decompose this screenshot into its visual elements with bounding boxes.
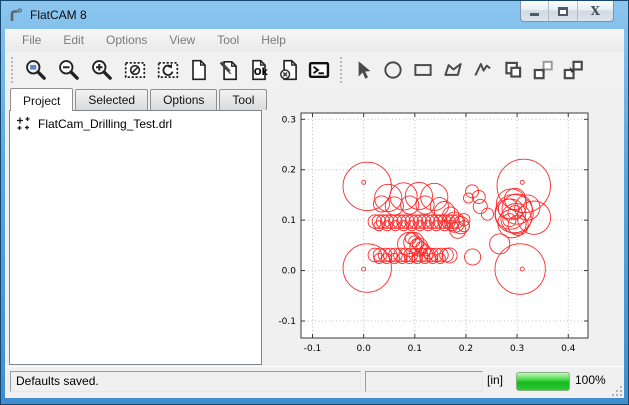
draw-path-button[interactable] <box>468 54 498 86</box>
move-objects-icon <box>561 58 585 82</box>
draw-circle-button[interactable] <box>378 54 408 86</box>
shell-button[interactable] <box>304 54 334 86</box>
window-content: File Edit Options View Tool Help <box>5 29 624 398</box>
shell-icon <box>307 58 331 82</box>
close-button[interactable]: X <box>578 1 613 21</box>
units-label: [in] <box>487 373 503 387</box>
tree-item[interactable]: FlatCam_Drilling_Test.drl <box>10 111 261 131</box>
zoom-out-button[interactable] <box>52 54 85 86</box>
maximize-icon <box>558 7 568 16</box>
draw-rectangle-icon <box>411 58 435 82</box>
toolbar: Ok <box>5 51 624 89</box>
svg-text:Ok: Ok <box>254 67 269 78</box>
new-file-icon <box>187 58 211 82</box>
svg-text:-0.1: -0.1 <box>304 344 322 354</box>
cancel-file-button[interactable] <box>274 54 304 86</box>
zoom-fit-icon <box>24 58 48 82</box>
progress-percent: 100% <box>575 373 606 387</box>
menu-item-file[interactable]: File <box>11 30 52 50</box>
draw-polygon-icon <box>441 58 465 82</box>
tab-options[interactable]: Options <box>150 89 217 110</box>
svg-text:0.0: 0.0 <box>282 267 297 277</box>
app-window: FlatCAM 8 X File Edit Options View Tool … <box>0 0 629 405</box>
svg-text:0.1: 0.1 <box>408 344 422 354</box>
edit-file-button[interactable] <box>214 54 244 86</box>
copy-objects-icon <box>501 58 525 82</box>
svg-text:0.4: 0.4 <box>561 344 576 354</box>
minimize-button[interactable] <box>521 1 549 21</box>
svg-text:0.3: 0.3 <box>282 115 296 125</box>
flatcam-logo-icon <box>7 7 24 24</box>
toolbar-grip[interactable] <box>11 57 14 83</box>
status-message: Defaults saved. <box>16 374 99 388</box>
pointer-icon <box>351 58 375 82</box>
copy-geometry-button[interactable] <box>528 54 558 86</box>
drill-object-icon <box>16 116 31 131</box>
draw-polygon-button[interactable] <box>438 54 468 86</box>
replot-icon <box>156 58 180 82</box>
maximize-button[interactable] <box>549 1 577 21</box>
menu-item-tool[interactable]: Tool <box>206 30 250 50</box>
close-icon: X <box>591 4 600 18</box>
tab-tool[interactable]: Tool <box>219 89 267 110</box>
tree-item-label: FlatCam_Drilling_Test.drl <box>38 117 172 131</box>
zoom-in-icon <box>90 58 114 82</box>
replot-button[interactable] <box>151 54 184 86</box>
new-file-button[interactable] <box>184 54 214 86</box>
draw-path-icon <box>471 58 495 82</box>
tab-selected[interactable]: Selected <box>75 89 148 110</box>
pointer-button[interactable] <box>348 54 378 86</box>
tab-project[interactable]: Project <box>10 88 73 111</box>
clear-plot-button[interactable] <box>118 54 151 86</box>
window-controls: X <box>520 1 614 22</box>
svg-text:0.3: 0.3 <box>510 344 524 354</box>
menubar: File Edit Options View Tool Help <box>5 29 624 51</box>
progress-bar <box>516 372 570 391</box>
status-message-box: Defaults saved. <box>10 371 361 392</box>
svg-text:0.1: 0.1 <box>282 216 296 226</box>
save-ok-button[interactable]: Ok <box>244 54 274 86</box>
menu-item-view[interactable]: View <box>158 30 206 50</box>
zoom-fit-button[interactable] <box>19 54 52 86</box>
window-title: FlatCAM 8 <box>30 8 87 22</box>
plot-canvas[interactable]: -0.1 0.0 0.1 0.2 0.3 0.4 -0.1 0.0 0.1 0.2 0.3 <box>269 95 623 375</box>
menu-item-options[interactable]: Options <box>95 30 158 50</box>
resize-grip[interactable] <box>610 384 622 396</box>
clear-plot-icon <box>123 58 147 82</box>
minimize-icon <box>530 13 539 16</box>
save-ok-icon: Ok <box>247 58 271 82</box>
move-objects-button[interactable] <box>558 54 588 86</box>
status-aux-box <box>365 371 483 392</box>
draw-circle-icon <box>381 58 405 82</box>
draw-rectangle-button[interactable] <box>408 54 438 86</box>
copy-geometry-icon <box>531 58 555 82</box>
statusbar: Defaults saved. [in] 100% <box>5 366 624 398</box>
tabbar: Project Selected Options Tool <box>10 90 269 110</box>
svg-text:0.2: 0.2 <box>459 344 473 354</box>
cancel-file-icon <box>277 58 301 82</box>
titlebar[interactable]: FlatCAM 8 <box>7 1 87 29</box>
menu-item-edit[interactable]: Edit <box>52 30 95 50</box>
svg-text:0.0: 0.0 <box>356 344 371 354</box>
project-tree: FlatCam_Drilling_Test.drl <box>9 110 262 365</box>
svg-text:-0.1: -0.1 <box>278 317 296 327</box>
svg-text:0.2: 0.2 <box>282 166 296 176</box>
toolbar-separator <box>340 57 343 83</box>
zoom-out-icon <box>57 58 81 82</box>
edit-file-icon <box>217 58 241 82</box>
zoom-in-button[interactable] <box>85 54 118 86</box>
copy-objects-button[interactable] <box>498 54 528 86</box>
plot-panel: -0.1 0.0 0.1 0.2 0.3 0.4 -0.1 0.0 0.1 0.2 0.3 <box>269 95 623 375</box>
menu-item-help[interactable]: Help <box>250 30 297 50</box>
